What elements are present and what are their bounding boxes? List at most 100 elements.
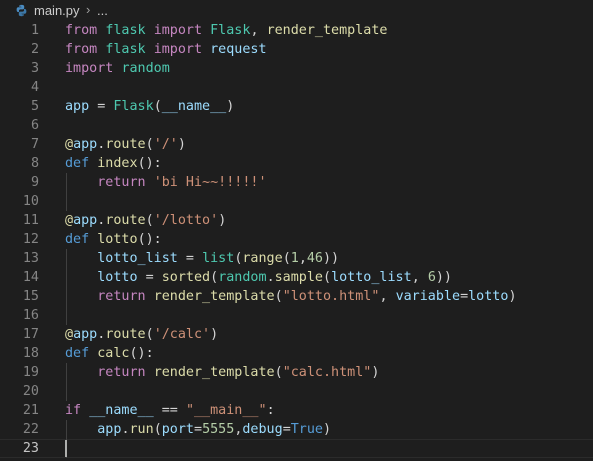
- code-token: index: [97, 155, 138, 171]
- code-text: if __name__ == "__main__":: [65, 401, 275, 420]
- code-line[interactable]: 6: [0, 116, 593, 135]
- code-text: return render_template("lotto.html", var…: [65, 287, 516, 306]
- breadcrumb-more[interactable]: ...: [97, 3, 108, 18]
- code-line[interactable]: 11 @app.route('/lotto'): [0, 211, 593, 230]
- code-text: app.run(port=5555,debug=True): [65, 420, 331, 439]
- code-token: render_template: [153, 364, 275, 380]
- code-token: 'bi Hi~~!!!!!': [153, 174, 267, 190]
- code-line[interactable]: 3 import random: [0, 59, 593, 78]
- line-number: 15: [22, 288, 39, 304]
- code-token: ): [177, 136, 186, 152]
- line-number: 4: [30, 79, 39, 95]
- code-line[interactable]: 20: [0, 382, 593, 401]
- code-text: @app.route('/calc'): [65, 325, 218, 344]
- code-line[interactable]: 18 def calc():: [0, 344, 593, 363]
- code-token: ==: [153, 402, 186, 418]
- code-token: lotto: [97, 231, 138, 247]
- code-token: return: [97, 288, 154, 304]
- code-line[interactable]: 5 app = Flask(__name__): [0, 97, 593, 116]
- breadcrumb-file[interactable]: main.py: [34, 3, 80, 18]
- code-token: =: [177, 250, 203, 266]
- code-token: route: [105, 136, 146, 152]
- code-token: sample: [274, 269, 323, 285]
- code-token: @: [65, 136, 74, 152]
- code-token: render_template: [153, 288, 275, 304]
- code-line[interactable]: 8 def index():: [0, 154, 593, 173]
- code-line[interactable]: 16: [0, 306, 593, 325]
- code-token: return: [97, 364, 154, 380]
- code-line[interactable]: 13 lotto_list = list(range(1,46)): [0, 249, 593, 268]
- code-token: (: [145, 326, 154, 342]
- code-token: =: [194, 421, 203, 437]
- code-token: (: [145, 212, 154, 228]
- code-line[interactable]: 17 @app.route('/calc'): [0, 325, 593, 344]
- code-token: Flask: [113, 98, 154, 114]
- code-token: range: [242, 250, 283, 266]
- code-token: (: [282, 250, 291, 266]
- code-token: ,: [411, 269, 428, 285]
- code-token: @: [65, 212, 74, 228]
- code-text: return render_template("calc.html"): [65, 363, 379, 382]
- code-token: app: [73, 326, 98, 342]
- code-token: __name__: [161, 98, 227, 114]
- code-token: def: [65, 231, 98, 247]
- code-token: route: [105, 326, 146, 342]
- line-number: 20: [22, 383, 39, 399]
- line-number: 5: [30, 98, 39, 114]
- code-line[interactable]: 12 def lotto():: [0, 230, 593, 249]
- code-line[interactable]: 22 app.run(port=5555,debug=True): [0, 420, 593, 439]
- code-editor[interactable]: 1 from flask import Flask, render_templat…: [0, 20, 593, 461]
- code-token: list: [202, 250, 235, 266]
- python-file-icon: [16, 4, 27, 17]
- code-token: flask: [105, 41, 154, 57]
- code-text: return 'bi Hi~~!!!!!': [65, 173, 267, 192]
- code-token: (: [145, 136, 154, 152]
- code-token: random: [218, 269, 267, 285]
- code-line[interactable]: 2 from flask import request: [0, 40, 593, 59]
- line-number: 16: [22, 307, 39, 323]
- code-token: 1: [290, 250, 299, 266]
- code-token: Flask: [210, 22, 251, 38]
- code-text: @app.route('/lotto'): [65, 211, 226, 230]
- code-token: return: [97, 174, 154, 190]
- code-line[interactable]: 4: [0, 78, 593, 97]
- text-cursor: [65, 439, 67, 457]
- code-token: route: [105, 212, 146, 228]
- code-token: ():: [137, 231, 162, 247]
- code-text: from flask import Flask, render_template: [65, 21, 388, 40]
- code-line[interactable]: 10: [0, 192, 593, 211]
- code-token: request: [210, 41, 267, 57]
- code-token: variable: [395, 288, 461, 304]
- code-token: ): [210, 326, 219, 342]
- code-line[interactable]: 15 return render_template("lotto.html", …: [0, 287, 593, 306]
- code-text: app = Flask(__name__): [65, 97, 234, 116]
- code-token: lotto_list: [97, 250, 178, 266]
- code-line[interactable]: 9 return 'bi Hi~~!!!!!': [0, 173, 593, 192]
- code-line[interactable]: 19 return render_template("calc.html"): [0, 363, 593, 382]
- code-token: )): [435, 269, 452, 285]
- code-token: def: [65, 345, 98, 361]
- code-line[interactable]: 1 from flask import Flask, render_templat…: [0, 21, 593, 40]
- code-token: 46: [306, 250, 323, 266]
- breadcrumb: main.py › ...: [0, 0, 593, 22]
- code-line[interactable]: 23: [0, 439, 593, 458]
- line-number: 8: [30, 155, 39, 171]
- line-number: 1: [30, 22, 39, 38]
- code-token: ): [226, 98, 235, 114]
- code-token: ,: [379, 288, 396, 304]
- code-line[interactable]: 7 @app.route('/'): [0, 135, 593, 154]
- code-token: if: [65, 402, 90, 418]
- code-token: 6: [427, 269, 436, 285]
- indent-guide: [66, 362, 67, 401]
- code-text: def index():: [65, 154, 162, 173]
- code-line[interactable]: 14 lotto = sorted(random.sample(lotto_li…: [0, 268, 593, 287]
- code-line[interactable]: 21 if __name__ == "__main__":: [0, 401, 593, 420]
- line-number: 19: [22, 364, 39, 380]
- chevron-right-icon: ›: [86, 2, 91, 17]
- code-token: '/calc': [153, 326, 211, 342]
